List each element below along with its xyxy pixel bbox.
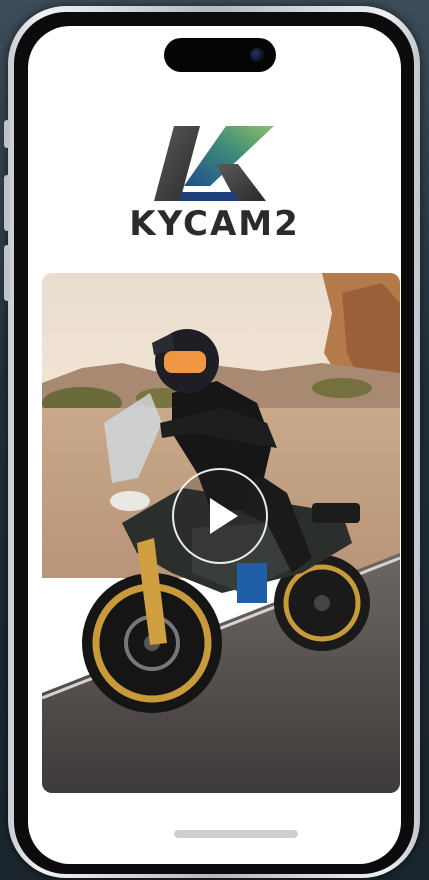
home-indicator[interactable]: [174, 830, 298, 838]
kycam-k-logo-icon: [154, 126, 274, 201]
video-thumbnail[interactable]: [42, 273, 400, 793]
app-name-title: KYCAM2: [129, 204, 300, 244]
play-video-button[interactable]: [172, 468, 268, 564]
volume-up-button: [4, 175, 10, 231]
play-icon: [210, 498, 238, 534]
dynamic-island: [164, 38, 276, 72]
front-camera-icon: [250, 48, 264, 62]
volume-down-button: [4, 245, 10, 301]
silent-switch: [4, 120, 10, 148]
app-screen: KYCAM2: [28, 26, 401, 864]
